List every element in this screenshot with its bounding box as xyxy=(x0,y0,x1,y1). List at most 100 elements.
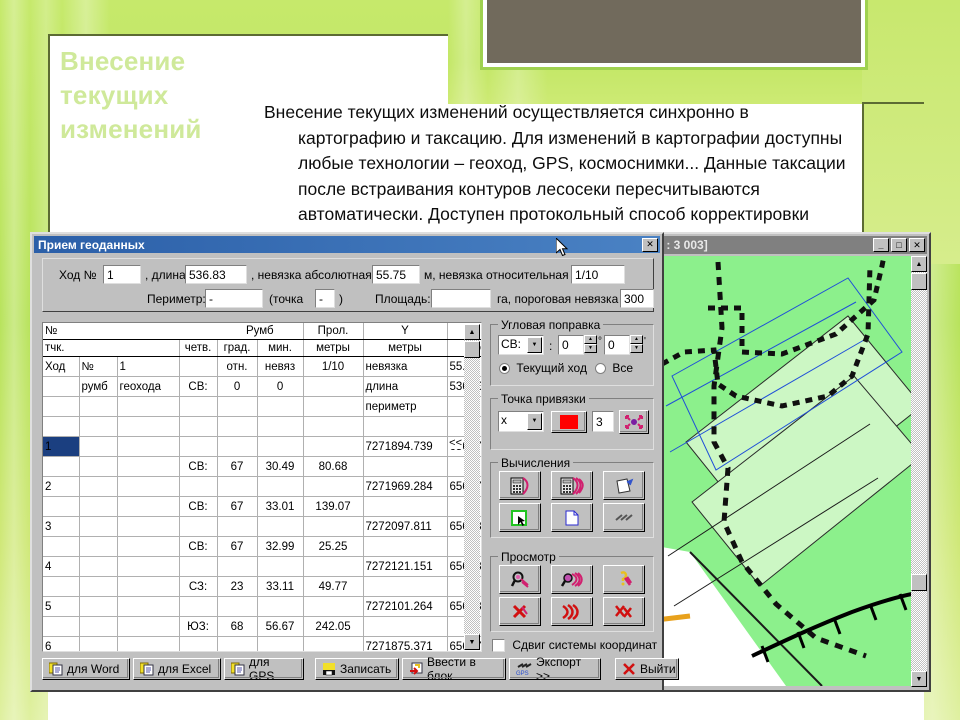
pin-question-button[interactable] xyxy=(603,565,645,594)
map-scroll-thumb-2[interactable] xyxy=(911,574,927,591)
radio-all[interactable]: Все xyxy=(595,361,633,375)
table-cell: 5 xyxy=(43,596,80,617)
minutes-input[interactable] xyxy=(604,335,630,355)
excel-button[interactable]: для Excel xyxy=(133,658,221,680)
calc-multi-button[interactable] xyxy=(551,471,593,500)
map-window[interactable]: [ : 3 003] _ □ ✕ ▲ ▼ xyxy=(650,232,931,692)
delete-multi-button[interactable] xyxy=(551,597,593,626)
angular-correction-caption: Угловая поправка xyxy=(498,318,604,332)
map-canvas[interactable] xyxy=(656,256,912,686)
select-area-button[interactable] xyxy=(499,503,541,532)
checkbox-icon[interactable] xyxy=(492,639,505,652)
color-swatch-button[interactable] xyxy=(551,411,587,433)
export-button[interactable]: GPS Экспорт >> xyxy=(509,655,601,683)
new-page-icon xyxy=(565,510,579,525)
table-cell xyxy=(257,396,304,417)
delete-all-button[interactable] xyxy=(603,597,645,626)
table-cell xyxy=(217,556,258,577)
table-cell: 32.99 xyxy=(257,536,304,557)
minutes-stepper-up[interactable]: ▲ xyxy=(630,335,643,344)
table-cell xyxy=(179,556,218,577)
word-button[interactable]: для Word xyxy=(42,658,130,680)
table-cell xyxy=(79,496,118,517)
table-cell xyxy=(117,616,180,637)
map-scroll-up-glyph: ▲ xyxy=(915,260,923,268)
perimetr-input[interactable] xyxy=(205,289,263,308)
degrees-stepper-up[interactable]: ▲ xyxy=(584,335,597,344)
gps-button[interactable]: для GPS xyxy=(224,655,304,683)
table-cell: ЮЗ: xyxy=(179,616,218,637)
table-row: 17271894.7396566745.99 xyxy=(43,436,481,457)
radio-current-hod[interactable]: Текущий ход xyxy=(499,361,587,375)
mouse-cursor xyxy=(556,238,569,257)
anchor-size-input[interactable] xyxy=(592,411,614,432)
minutes-stepper-down[interactable]: ▼ xyxy=(630,344,643,353)
axis-combo[interactable]: x ▼ xyxy=(498,411,544,432)
lines-button[interactable] xyxy=(603,503,645,532)
close-glyph: ✕ xyxy=(913,239,921,250)
porog-input[interactable] xyxy=(620,289,654,308)
table-cell: 67 xyxy=(217,496,258,517)
zoom-point-button[interactable] xyxy=(499,565,541,594)
map-scroll-up-icon[interactable]: ▲ xyxy=(911,256,927,272)
nevyazka-abs-input[interactable] xyxy=(372,265,420,284)
table-row: 57272101.2646566885.23 xyxy=(43,596,481,617)
degrees-unit: ° xyxy=(598,336,602,347)
close-icon[interactable]: ✕ xyxy=(909,238,925,252)
map-window-titlebar[interactable]: [ : 3 003] _ □ ✕ xyxy=(654,236,927,254)
picture-placeholder xyxy=(480,0,868,70)
calc-single-button[interactable] xyxy=(499,471,541,500)
map-scroll-track[interactable] xyxy=(911,272,927,671)
word-button-label: для Word xyxy=(67,662,120,676)
map-scroll-down-icon[interactable]: ▼ xyxy=(911,671,927,687)
geodata-table[interactable]: №РумбПрол.YXтчк.четв.град.мин.метрыметры… xyxy=(42,322,482,652)
chevron-down-icon-2[interactable]: ▼ xyxy=(527,413,542,430)
anchor-pick-button[interactable] xyxy=(619,410,649,434)
table-cell xyxy=(117,596,180,617)
nevyazka-otn-input[interactable] xyxy=(571,265,625,284)
zoom-multi-button[interactable] xyxy=(551,565,593,594)
table-cell xyxy=(43,456,80,477)
chevron-down-icon[interactable]: ▼ xyxy=(527,337,542,353)
quadrant-combo[interactable]: СВ: ▼ xyxy=(498,335,544,355)
degrees-stepper-down[interactable]: ▼ xyxy=(584,344,597,353)
tochka-input[interactable] xyxy=(315,289,335,308)
export-page-button[interactable] xyxy=(603,471,645,500)
degrees-stepper[interactable]: ▲ ▼ xyxy=(584,335,597,353)
table-row: периметр xyxy=(43,396,481,417)
table-vertical-scrollbar[interactable]: ▲ ▼ xyxy=(464,324,480,650)
table-cell: длина xyxy=(363,376,448,397)
dlina-input[interactable] xyxy=(185,265,247,284)
minutes-stepper[interactable]: ▲ ▼ xyxy=(630,335,643,353)
table-cell xyxy=(257,556,304,577)
map-scroll-thumb[interactable] xyxy=(911,273,927,290)
hod-input[interactable] xyxy=(103,265,141,284)
shift-coordinates-checkbox[interactable]: Сдвиг системы координат xyxy=(492,638,657,652)
degrees-input[interactable] xyxy=(558,335,584,355)
minimize-icon[interactable]: _ xyxy=(873,238,889,252)
stepper-down-glyph: ▼ xyxy=(588,345,593,351)
dialog-close-icon[interactable]: ✕ xyxy=(642,237,658,252)
ploshad-input[interactable] xyxy=(431,289,491,308)
map-vertical-scrollbar[interactable]: ▲ ▼ xyxy=(911,256,927,687)
table-cell xyxy=(363,416,448,437)
table-scroll-thumb[interactable] xyxy=(464,341,480,358)
table-cell xyxy=(43,416,80,437)
save-button[interactable]: Записать xyxy=(315,658,399,680)
new-page-button[interactable] xyxy=(551,503,593,532)
radio-current-hod-icon[interactable] xyxy=(499,363,510,374)
insert-block-button[interactable]: Ввести в блок xyxy=(402,655,506,683)
maximize-icon[interactable]: □ xyxy=(891,238,907,252)
delete-point-button[interactable] xyxy=(499,597,541,626)
table-row: СВ: 67 32.99 25.25 xyxy=(43,536,481,557)
table-scroll-track[interactable] xyxy=(464,340,480,634)
table-scroll-up-icon[interactable]: ▲ xyxy=(464,324,480,340)
exit-button[interactable]: Выйти xyxy=(615,658,679,680)
geodata-dialog[interactable]: Прием геоданных ✕ Ход № , длина , невязк… xyxy=(30,232,679,692)
slide-body-text: Внесение текущих изменений осуществляетс… xyxy=(264,100,960,253)
table-scroll-down-icon[interactable]: ▼ xyxy=(464,634,480,650)
radio-all-icon[interactable] xyxy=(595,363,606,374)
save-button-label: Записать xyxy=(340,662,392,676)
anchor-pick-icon xyxy=(625,415,643,429)
card-left-edge xyxy=(48,34,50,234)
